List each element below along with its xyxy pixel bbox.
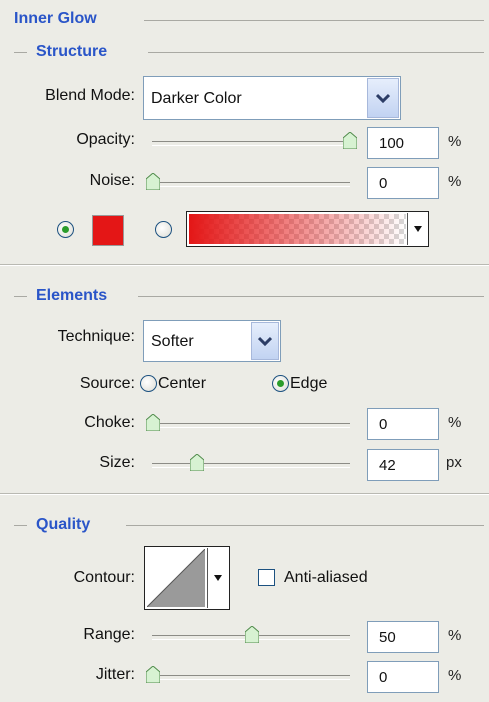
- quality-section-title: Quality: [36, 516, 99, 534]
- range-input[interactable]: 50: [367, 621, 439, 653]
- glow-color-swatch[interactable]: [92, 215, 124, 246]
- triangle-down-icon: [413, 226, 422, 232]
- size-label: Size:: [99, 454, 135, 471]
- structure-separator-line: [148, 52, 484, 53]
- blend-mode-dropdown-button[interactable]: [367, 78, 399, 118]
- choke-label: Choke:: [84, 414, 135, 431]
- technique-select[interactable]: Softer: [143, 320, 281, 362]
- quality-separator-line: [126, 525, 484, 526]
- section-divider-2: [0, 493, 489, 495]
- contour-preview: [147, 549, 205, 607]
- contour-label: Contour:: [73, 569, 135, 586]
- size-slider-track[interactable]: [152, 463, 350, 468]
- choke-slider-track[interactable]: [152, 423, 350, 428]
- opacity-slider-thumb[interactable]: [343, 132, 357, 149]
- choke-slider-thumb[interactable]: [146, 414, 160, 431]
- gradient-picker[interactable]: [186, 211, 429, 247]
- technique-value: Softer: [151, 333, 194, 350]
- quality-dash: [14, 525, 27, 526]
- gradient-dropdown-button[interactable]: [407, 213, 427, 245]
- jitter-slider-thumb[interactable]: [146, 666, 160, 683]
- range-label: Range:: [83, 626, 135, 643]
- gradient-preview: [189, 214, 406, 244]
- blend-mode-select[interactable]: Darker Color: [143, 76, 401, 120]
- choke-unit: %: [448, 414, 462, 431]
- blend-mode-label: Blend Mode:: [45, 87, 135, 104]
- size-input[interactable]: 42: [367, 449, 439, 481]
- contour-dropdown-button[interactable]: [207, 548, 228, 608]
- jitter-unit: %: [448, 667, 462, 684]
- section-divider-1: [0, 264, 489, 266]
- header-separator-line: [144, 20, 484, 21]
- source-edge-radio[interactable]: [272, 375, 289, 392]
- elements-dash: [14, 296, 27, 297]
- jitter-label: Jitter:: [95, 666, 135, 683]
- chevron-down-icon: [376, 93, 390, 103]
- noise-label: Noise:: [89, 172, 135, 189]
- jitter-input[interactable]: 0: [367, 661, 439, 693]
- opacity-label: Opacity:: [76, 131, 135, 148]
- choke-input[interactable]: 0: [367, 408, 439, 440]
- blend-mode-value: Darker Color: [151, 90, 242, 107]
- elements-section-title: Elements: [36, 287, 116, 305]
- range-unit: %: [448, 627, 462, 644]
- gradient-fill-radio[interactable]: [155, 221, 172, 238]
- chevron-down-icon: [258, 336, 272, 346]
- source-center-radio[interactable]: [140, 375, 157, 392]
- color-fill-radio[interactable]: [57, 221, 74, 238]
- range-slider-thumb[interactable]: [245, 626, 259, 643]
- elements-separator-line: [138, 296, 484, 297]
- size-unit: px: [446, 454, 462, 471]
- panel-title: Inner Glow: [14, 10, 105, 28]
- noise-unit: %: [448, 173, 462, 190]
- technique-label: Technique:: [57, 328, 135, 345]
- structure-dash: [14, 52, 27, 53]
- noise-slider-track[interactable]: [152, 182, 350, 187]
- radio-selected-dot: [277, 380, 284, 387]
- contour-picker[interactable]: [144, 546, 230, 610]
- opacity-slider-track[interactable]: [152, 141, 350, 146]
- size-slider-thumb[interactable]: [190, 454, 204, 471]
- opacity-input[interactable]: 100: [367, 127, 439, 159]
- source-center-label[interactable]: Center: [158, 375, 206, 393]
- anti-aliased-checkbox[interactable]: [258, 569, 275, 586]
- radio-selected-dot: [62, 226, 69, 233]
- source-edge-label[interactable]: Edge: [290, 375, 327, 393]
- source-label: Source:: [79, 375, 135, 392]
- triangle-down-icon: [214, 575, 222, 581]
- noise-slider-thumb[interactable]: [146, 173, 160, 190]
- anti-aliased-label[interactable]: Anti-aliased: [284, 569, 368, 587]
- noise-input[interactable]: 0: [367, 167, 439, 199]
- technique-dropdown-button[interactable]: [251, 322, 279, 360]
- opacity-unit: %: [448, 133, 462, 150]
- jitter-slider-track[interactable]: [152, 675, 350, 680]
- structure-section-title: Structure: [36, 43, 116, 61]
